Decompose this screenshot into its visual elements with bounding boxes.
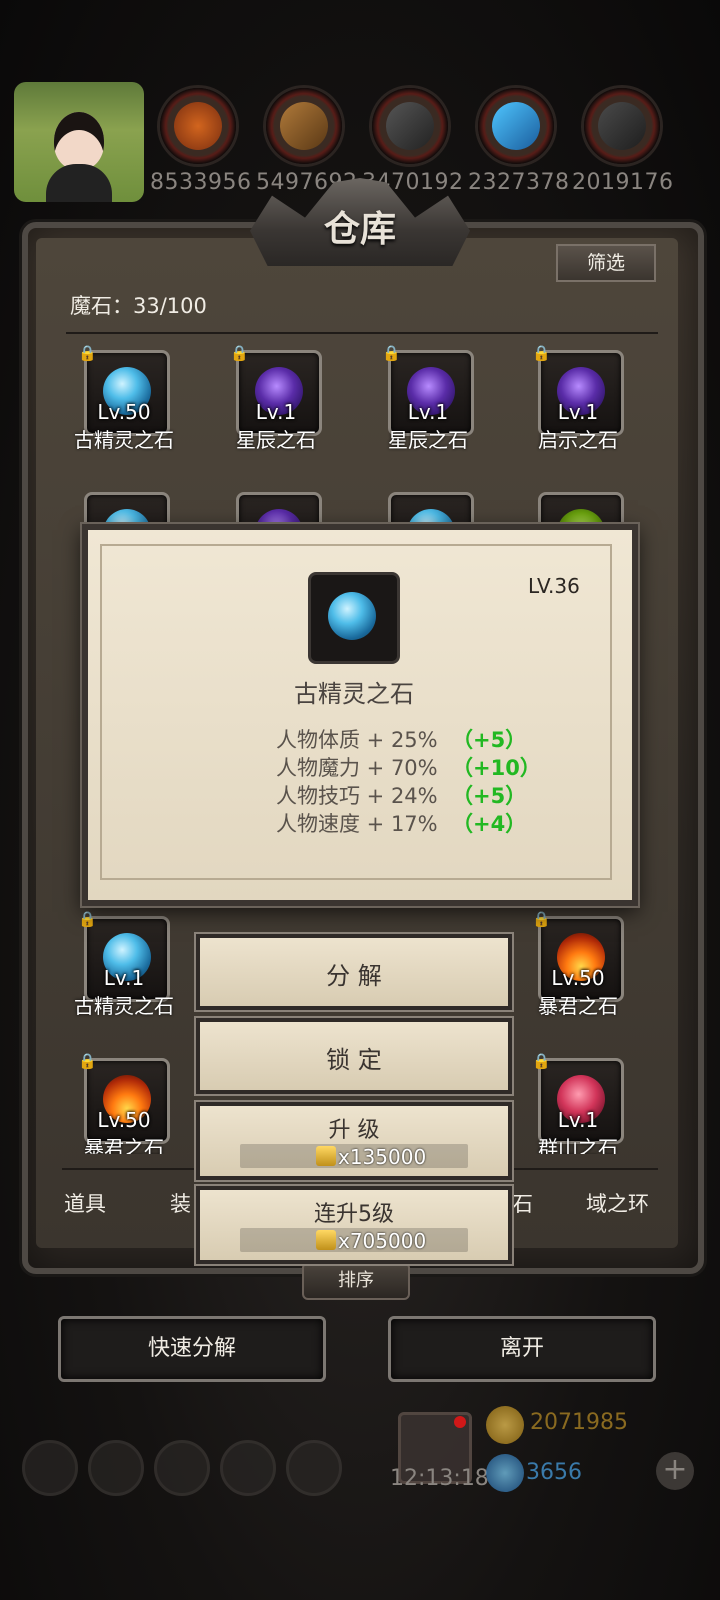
item-level: Lv.1 [103, 966, 145, 990]
star-icon[interactable] [88, 1440, 144, 1496]
upgrade-label: 升 级 [328, 1118, 380, 1143]
gift-timer: 12:13:18 [390, 1466, 489, 1491]
item-level: Lv.50 [97, 1108, 151, 1132]
player-avatar[interactable] [14, 82, 144, 202]
sort-button[interactable]: 排序 [302, 1262, 410, 1300]
item-level: Lv.1 [557, 1108, 599, 1132]
item-level: Lv.50 [97, 400, 151, 424]
tab-equipment[interactable]: 装 [170, 1188, 191, 1218]
lock-button[interactable]: 锁 定 [196, 1018, 512, 1094]
upgrade-5-label: 连升5级 [314, 1202, 394, 1227]
stone-item[interactable]: 🔒 Lv.1 星辰之石 [204, 344, 354, 470]
stat-text: 人物技巧 + 24% [276, 784, 438, 808]
stone-item[interactable]: 🔒 Lv.50 暴君之石 [506, 910, 656, 1036]
diamond-icon [486, 1454, 524, 1492]
item-name: 暴君之石 [84, 1136, 164, 1154]
detail-level: LV.36 [528, 574, 580, 598]
stat-text: 人物体质 + 25% [276, 728, 438, 752]
item-level: Lv.50 [551, 966, 605, 990]
map-icon[interactable] [286, 1440, 342, 1496]
stone-item[interactable]: 🔒 Lv.1 古精灵之石 [52, 910, 202, 1036]
crystal-icon[interactable] [478, 88, 554, 164]
item-name: 暴君之石 [538, 994, 618, 1018]
stat-text: 人物魔力 + 70% [276, 756, 438, 780]
gold-icon [316, 1230, 336, 1250]
shop-icon[interactable] [154, 1440, 210, 1496]
lock-icon: 🔒 [78, 910, 97, 928]
item-name: 星辰之石 [388, 428, 468, 452]
stone-item[interactable]: 🔒 Lv.1 星辰之石 [356, 344, 506, 470]
avatar-face [54, 112, 104, 170]
decompose-button[interactable]: 分 解 [196, 934, 512, 1010]
stone-count-resource: 2019176 [572, 170, 674, 195]
lock-icon: 🔒 [78, 1052, 97, 1070]
leave-button[interactable]: 离开 [388, 1316, 656, 1382]
avatar-body [46, 164, 112, 202]
stat-bonus: （+5） [452, 728, 527, 752]
mail-icon[interactable] [220, 1440, 276, 1496]
item-name: 群山之石 [538, 1136, 618, 1154]
stone-icon[interactable] [584, 88, 660, 164]
lock-icon: 🔒 [382, 344, 401, 362]
tab-domain-ring[interactable]: 域之环 [586, 1188, 649, 1218]
stone-item[interactable]: 🔒 Lv.50 暴君之石 [52, 1052, 202, 1178]
gold-icon [316, 1146, 336, 1166]
stone-item[interactable]: 🔒 Lv.50 古精灵之石 [52, 344, 202, 470]
item-name: 古精灵之石 [74, 428, 174, 452]
ancient-elf-stone-icon [328, 592, 376, 640]
item-level: Lv.1 [255, 400, 297, 424]
lock-icon: 🔒 [78, 344, 97, 362]
item-level: Lv.1 [557, 400, 599, 424]
upgrade-button[interactable]: 升 级 x135000 [196, 1102, 512, 1180]
gold-icon [486, 1406, 524, 1444]
lock-icon: 🔒 [230, 344, 249, 362]
gold-amount: 2071985 [530, 1410, 628, 1435]
crystal-count: 2327378 [468, 170, 570, 195]
item-name: 古精灵之石 [74, 994, 174, 1018]
stat-text: 人物速度 + 17% [276, 812, 438, 836]
meat-icon[interactable] [160, 88, 236, 164]
quick-decompose-button[interactable]: 快速分解 [58, 1316, 326, 1382]
magic-stone-count: 魔石：33/100 [70, 294, 207, 318]
upgrade-cost: x135000 [338, 1145, 427, 1169]
item-level: Lv.1 [407, 400, 449, 424]
tab-stones[interactable]: 石 [512, 1188, 533, 1218]
iron-icon[interactable] [372, 88, 448, 164]
detail-name: 古精灵之石 [294, 680, 414, 708]
stat-bonus: （+10） [452, 756, 541, 780]
stat-bonus: （+5） [452, 784, 527, 808]
diamond-amount: 3656 [526, 1460, 582, 1485]
add-currency-button[interactable]: + [656, 1452, 694, 1490]
upgrade-5-levels-button[interactable]: 连升5级 x705000 [196, 1186, 512, 1264]
lock-icon: 🔒 [532, 344, 551, 362]
item-name: 星辰之石 [236, 428, 316, 452]
wood-icon[interactable] [266, 88, 342, 164]
lock-icon: 🔒 [532, 1052, 551, 1070]
page-title: 仓库 [323, 208, 396, 250]
lock-icon: 🔒 [532, 910, 551, 928]
stat-bonus: （+4） [452, 812, 527, 836]
stone-item[interactable]: 🔒 Lv.1 启示之石 [506, 344, 656, 470]
item-name: 启示之石 [538, 428, 618, 452]
settings-icon[interactable] [22, 1440, 78, 1496]
divider [66, 332, 658, 334]
decompose-label: 分 解 [326, 962, 382, 990]
filter-button[interactable]: 筛选 [556, 244, 656, 282]
stone-item[interactable]: 🔒 Lv.1 群山之石 [506, 1052, 656, 1178]
meat-count: 8533956 [150, 170, 252, 195]
tab-items[interactable]: 道具 [64, 1188, 106, 1218]
notification-badge [454, 1416, 466, 1428]
upgrade-5-cost: x705000 [338, 1229, 427, 1253]
lock-label: 锁 定 [326, 1046, 382, 1074]
